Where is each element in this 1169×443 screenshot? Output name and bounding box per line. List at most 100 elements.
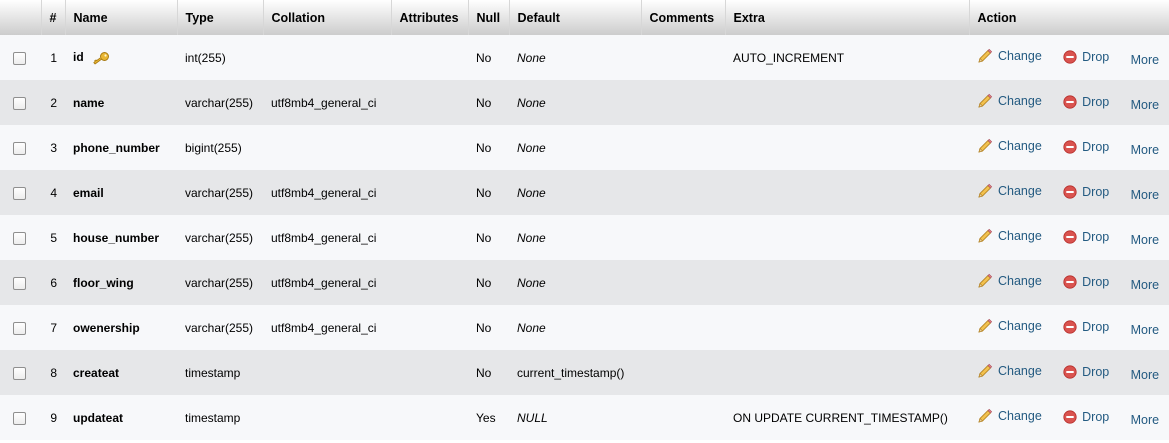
row-checkbox[interactable]: [13, 411, 26, 425]
column-comments: [641, 395, 725, 440]
column-name-cell: email: [65, 170, 177, 215]
column-name: owenership: [73, 320, 140, 335]
column-comments: [641, 170, 725, 215]
table-body: 1 id int(255) No None AUTO_INCREMENT Cha…: [0, 35, 1169, 440]
change-button[interactable]: Change: [977, 273, 1042, 289]
drop-button[interactable]: Drop: [1063, 320, 1109, 334]
column-default: None: [517, 185, 546, 200]
column-extra: [725, 260, 969, 305]
column-default: None: [517, 230, 546, 245]
header-null: Null: [468, 0, 510, 35]
more-button[interactable]: More: [1131, 278, 1159, 292]
row-checkbox[interactable]: [13, 141, 26, 155]
more-button[interactable]: More: [1131, 368, 1159, 382]
column-default: current_timestamp(): [517, 365, 625, 380]
column-default: None: [517, 50, 546, 65]
change-button[interactable]: Change: [977, 228, 1042, 244]
column-extra: AUTO_INCREMENT: [733, 50, 845, 65]
column-null: No: [476, 230, 492, 245]
column-actions: Change Drop More: [969, 215, 1169, 260]
drop-button[interactable]: Drop: [1063, 95, 1109, 109]
column-comments: [641, 350, 725, 395]
table-row: 8 createat timestamp No current_timestam…: [0, 350, 1169, 395]
column-extra: [725, 305, 969, 350]
column-attributes: [391, 215, 468, 260]
column-name-cell: updateat: [65, 395, 177, 440]
change-label: Change: [998, 364, 1042, 378]
drop-button[interactable]: Drop: [1063, 185, 1109, 199]
row-checkbox[interactable]: [13, 276, 26, 290]
column-default: NULL: [517, 410, 548, 425]
header-name: Name: [65, 0, 178, 35]
row-select-cell: [0, 395, 41, 440]
change-button[interactable]: Change: [977, 48, 1042, 64]
drop-icon: [1063, 410, 1077, 424]
row-checkbox[interactable]: [13, 96, 26, 110]
column-default: None: [517, 140, 546, 155]
change-button[interactable]: Change: [977, 138, 1042, 154]
change-button[interactable]: Change: [977, 93, 1042, 109]
drop-button[interactable]: Drop: [1063, 230, 1109, 244]
row-select-cell: [0, 80, 41, 125]
column-actions: Change Drop More: [969, 125, 1169, 170]
more-button[interactable]: More: [1131, 53, 1159, 67]
row-number: 6: [50, 275, 57, 290]
more-button[interactable]: More: [1131, 413, 1159, 427]
column-name-cell: floor_wing: [65, 260, 177, 305]
pencil-icon: [978, 93, 993, 108]
drop-label: Drop: [1082, 95, 1110, 109]
more-button[interactable]: More: [1131, 98, 1159, 112]
drop-button[interactable]: Drop: [1063, 410, 1109, 424]
change-label: Change: [998, 94, 1042, 108]
row-number: 7: [50, 320, 57, 335]
column-extra: [725, 80, 969, 125]
drop-icon: [1063, 50, 1077, 64]
more-button[interactable]: More: [1131, 233, 1159, 247]
header-attributes: Attributes: [391, 0, 469, 35]
column-actions: Change Drop More: [969, 305, 1169, 350]
more-button[interactable]: More: [1131, 143, 1159, 157]
table-row: 4 email varchar(255) utf8mb4_general_ci …: [0, 170, 1169, 215]
column-null: No: [476, 320, 492, 335]
more-button[interactable]: More: [1131, 323, 1159, 337]
pencil-icon: [978, 138, 993, 153]
column-attributes: [391, 170, 468, 215]
change-label: Change: [998, 274, 1042, 288]
table-header-row: # Name Type Collation Attributes Null De…: [0, 0, 1169, 35]
change-button[interactable]: Change: [977, 183, 1042, 199]
more-button[interactable]: More: [1131, 188, 1159, 202]
change-button[interactable]: Change: [977, 318, 1042, 334]
column-actions: Change Drop More: [969, 260, 1169, 305]
row-select-cell: [0, 125, 41, 170]
column-null: No: [476, 140, 492, 155]
header-hash: #: [41, 0, 66, 35]
row-checkbox[interactable]: [13, 51, 26, 65]
table-row: 6 floor_wing varchar(255) utf8mb4_genera…: [0, 260, 1169, 305]
column-collation: [263, 395, 391, 440]
row-number: 3: [50, 140, 57, 155]
change-button[interactable]: Change: [977, 363, 1042, 379]
header-type: Type: [177, 0, 264, 35]
row-checkbox[interactable]: [13, 186, 26, 200]
drop-button[interactable]: Drop: [1063, 140, 1109, 154]
pencil-icon: [978, 48, 993, 63]
drop-button[interactable]: Drop: [1063, 275, 1109, 289]
column-name: phone_number: [73, 140, 160, 155]
drop-label: Drop: [1082, 365, 1110, 379]
column-type: varchar(255): [185, 230, 254, 245]
row-checkbox[interactable]: [13, 321, 26, 335]
column-extra: [725, 215, 969, 260]
column-default: None: [517, 275, 546, 290]
column-null: No: [476, 275, 492, 290]
drop-button[interactable]: Drop: [1063, 50, 1109, 64]
row-checkbox[interactable]: [13, 366, 26, 380]
drop-button[interactable]: Drop: [1063, 365, 1109, 379]
column-collation: [263, 35, 391, 80]
change-button[interactable]: Change: [977, 408, 1042, 424]
more-label: More: [1130, 413, 1160, 427]
row-checkbox[interactable]: [13, 231, 26, 245]
row-number: 2: [50, 95, 57, 110]
header-collation: Collation: [263, 0, 392, 35]
change-label: Change: [998, 184, 1042, 198]
structure-table: # Name Type Collation Attributes Null De…: [0, 0, 1169, 440]
